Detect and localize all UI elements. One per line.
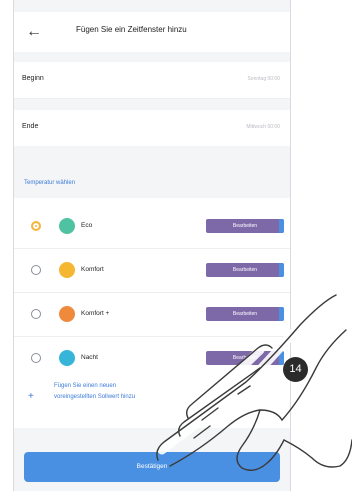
- section-title: Temperatur wählen: [24, 180, 76, 186]
- start-value: Sonntag 00:00: [247, 76, 280, 82]
- temperature-label: Komfort +: [81, 310, 110, 317]
- temperature-label: Komfort: [81, 266, 104, 273]
- edit-label: Bearbeiten: [232, 223, 258, 229]
- pill-accent: [279, 263, 284, 277]
- temperature-label: Nacht: [81, 354, 98, 361]
- radio-button-selected[interactable]: [31, 221, 41, 231]
- edit-label: Bearbeiten: [232, 267, 258, 273]
- pointing-hand-illustration: [156, 293, 352, 471]
- temperature-item-komfort[interactable]: Komfort Bearbeiten: [14, 248, 290, 292]
- komfort-icon: [59, 262, 75, 278]
- temperature-item-eco[interactable]: Eco Bearbeiten: [14, 204, 290, 248]
- end-row[interactable]: Ende Mittwoch 00:00: [14, 110, 290, 146]
- radio-button[interactable]: [31, 353, 41, 363]
- app-header: ← Fügen Sie ein Zeitfenster hinzu: [14, 12, 290, 52]
- page-title: Fügen Sie ein Zeitfenster hinzu: [76, 25, 187, 34]
- step-number-badge: 14: [283, 357, 308, 382]
- komfort-plus-icon: [59, 306, 75, 322]
- nacht-icon: [59, 350, 75, 366]
- temperature-label: Eco: [81, 222, 93, 229]
- divider: [14, 98, 290, 99]
- arrow-left-icon[interactable]: ←: [26, 22, 46, 42]
- start-label: Beginn: [22, 75, 44, 82]
- plus-icon: +: [28, 391, 34, 402]
- end-value: Mittwoch 00:00: [246, 124, 280, 130]
- edit-button[interactable]: Bearbeiten: [206, 219, 284, 233]
- end-label: Ende: [22, 123, 39, 130]
- pill-accent: [279, 219, 284, 233]
- start-row[interactable]: Beginn Sonntag 00:00: [14, 62, 290, 98]
- radio-button[interactable]: [31, 309, 41, 319]
- eco-icon: [59, 218, 75, 234]
- radio-button[interactable]: [31, 265, 41, 275]
- edit-button[interactable]: Bearbeiten: [206, 263, 284, 277]
